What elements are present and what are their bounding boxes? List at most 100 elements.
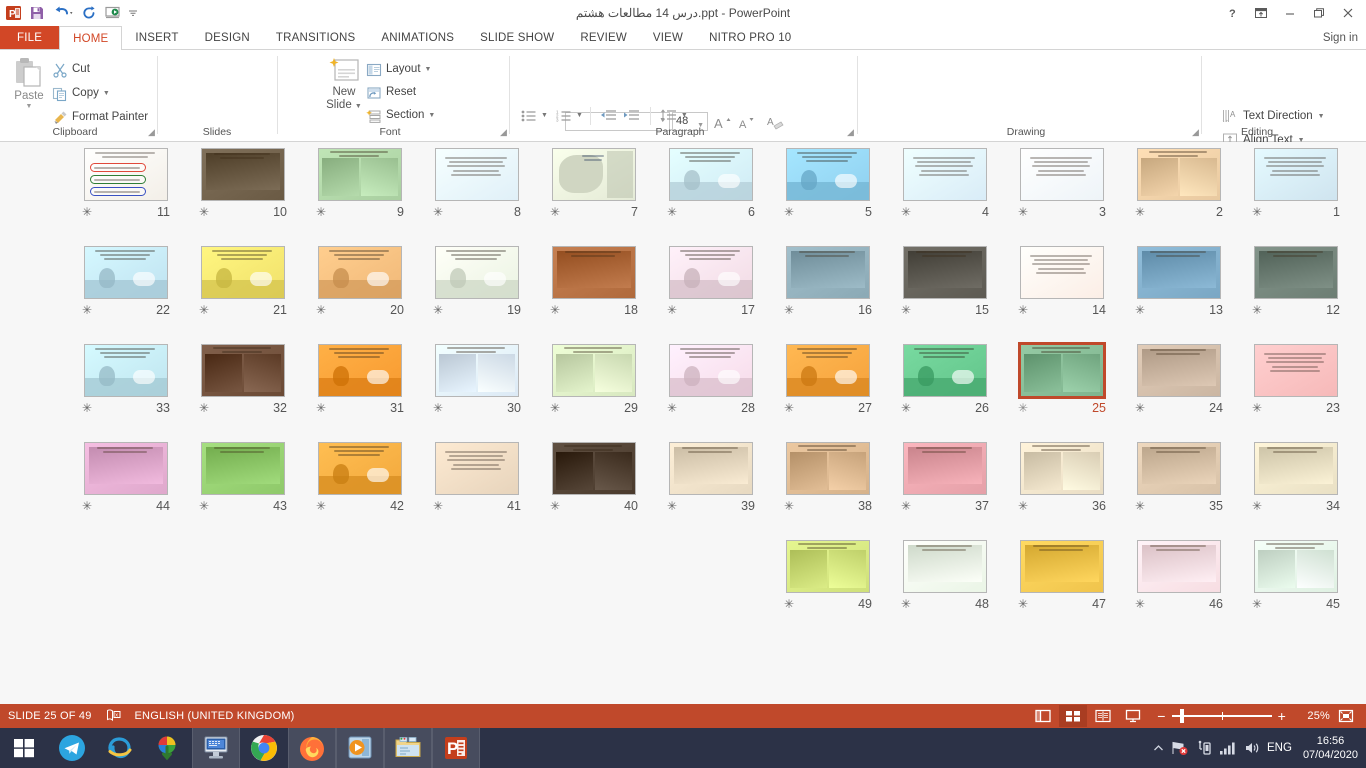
copy-button[interactable]: Copy ▼: [52, 82, 148, 105]
slide-preview[interactable]: [903, 442, 987, 495]
slide-animation-icon[interactable]: ✳: [1252, 402, 1262, 414]
slide-thumbnail-16[interactable]: ✳16: [780, 246, 876, 320]
slide-thumbnail-36[interactable]: ✳36: [1014, 442, 1110, 516]
language-indicator[interactable]: ENGLISH (UNITED KINGDOM): [135, 710, 295, 722]
slide-preview[interactable]: [1254, 246, 1338, 299]
minimize-button[interactable]: [1275, 1, 1304, 25]
fit-to-window-button[interactable]: [1332, 705, 1360, 727]
slide-preview[interactable]: [1137, 540, 1221, 593]
zoom-handle[interactable]: [1180, 709, 1184, 723]
paragraph-dialog-launcher[interactable]: ◢: [847, 127, 854, 138]
slide-preview[interactable]: [84, 442, 168, 495]
slide-thumbnail-15[interactable]: ✳15: [897, 246, 993, 320]
slide-animation-icon[interactable]: ✳: [1135, 402, 1145, 414]
line-spacing-button[interactable]: [658, 105, 680, 126]
slide-preview[interactable]: [84, 148, 168, 201]
tab-slide-show[interactable]: SLIDE SHOW: [467, 26, 567, 49]
slide-preview[interactable]: [1254, 344, 1338, 397]
slide-preview[interactable]: [1254, 442, 1338, 495]
slide-preview[interactable]: [201, 246, 285, 299]
zoom-in-button[interactable]: +: [1278, 708, 1286, 724]
slide-animation-icon[interactable]: ✳: [82, 304, 92, 316]
slide-animation-icon[interactable]: ✳: [433, 206, 443, 218]
slide-animation-icon[interactable]: ✳: [1252, 500, 1262, 512]
slide-preview[interactable]: [786, 148, 870, 201]
slide-animation-icon[interactable]: ✳: [433, 402, 443, 414]
slide-preview[interactable]: [201, 344, 285, 397]
close-button[interactable]: [1333, 1, 1362, 25]
slide-thumbnail-20[interactable]: ✳20: [312, 246, 408, 320]
taskbar-powerpoint[interactable]: P: [432, 728, 480, 768]
taskbar-remote-desktop[interactable]: [192, 728, 240, 768]
slide-thumbnail-40[interactable]: ✳40: [546, 442, 642, 516]
slide-preview[interactable]: [318, 148, 402, 201]
tab-nitro-pro[interactable]: NITRO PRO 10: [696, 26, 804, 49]
slide-preview[interactable]: [1137, 344, 1221, 397]
slide-preview[interactable]: [84, 344, 168, 397]
slide-thumbnail-7[interactable]: ✳7: [546, 148, 642, 222]
slide-animation-icon[interactable]: ✳: [82, 402, 92, 414]
slide-animation-icon[interactable]: ✳: [199, 304, 209, 316]
slide-animation-icon[interactable]: ✳: [784, 598, 794, 610]
signal-bars-icon[interactable]: [1219, 741, 1237, 755]
slide-preview[interactable]: [903, 540, 987, 593]
zoom-percentage[interactable]: 25%: [1296, 710, 1330, 722]
slide-animation-icon[interactable]: ✳: [784, 206, 794, 218]
slide-preview[interactable]: [669, 344, 753, 397]
slide-preview[interactable]: [903, 148, 987, 201]
slide-thumbnail-9[interactable]: ✳9: [312, 148, 408, 222]
slide-thumbnail-2[interactable]: ✳2: [1131, 148, 1227, 222]
slide-animation-icon[interactable]: ✳: [901, 304, 911, 316]
cut-button[interactable]: Cut: [52, 58, 148, 81]
slide-preview[interactable]: [786, 442, 870, 495]
usb-device-icon[interactable]: [1196, 740, 1212, 756]
slide-animation-icon[interactable]: ✳: [550, 206, 560, 218]
network-disconnected-icon[interactable]: [1171, 740, 1189, 756]
slide-thumbnail-17[interactable]: ✳17: [663, 246, 759, 320]
slide-preview[interactable]: [1020, 246, 1104, 299]
slide-animation-icon[interactable]: ✳: [316, 206, 326, 218]
numbering-button[interactable]: 123: [553, 105, 575, 126]
slide-thumbnail-21[interactable]: ✳21: [195, 246, 291, 320]
slide-animation-icon[interactable]: ✳: [316, 402, 326, 414]
slide-animation-icon[interactable]: ✳: [550, 500, 560, 512]
slide-preview[interactable]: [552, 246, 636, 299]
slide-thumbnail-46[interactable]: ✳46: [1131, 540, 1227, 614]
slide-preview[interactable]: [903, 344, 987, 397]
slide-animation-icon[interactable]: ✳: [1135, 206, 1145, 218]
tab-insert[interactable]: INSERT: [122, 26, 191, 49]
slide-thumbnail-5[interactable]: ✳5: [780, 148, 876, 222]
slide-animation-icon[interactable]: ✳: [550, 304, 560, 316]
slide-thumbnail-3[interactable]: ✳3: [1014, 148, 1110, 222]
slide-preview[interactable]: [435, 246, 519, 299]
slide-thumbnail-23[interactable]: ✳23: [1248, 344, 1344, 418]
slide-animation-icon[interactable]: ✳: [1018, 402, 1028, 414]
tray-language[interactable]: ENG: [1267, 742, 1292, 754]
slide-preview[interactable]: [1020, 540, 1104, 593]
slide-preview[interactable]: [786, 246, 870, 299]
slide-animation-icon[interactable]: ✳: [901, 500, 911, 512]
restore-button[interactable]: [1304, 1, 1333, 25]
taskbar-internet-explorer[interactable]: [96, 728, 144, 768]
paste-button[interactable]: Paste ▼: [8, 56, 50, 132]
slide-thumbnail-47[interactable]: ✳47: [1014, 540, 1110, 614]
tab-transitions[interactable]: TRANSITIONS: [263, 26, 369, 49]
slide-preview[interactable]: [552, 442, 636, 495]
tab-home[interactable]: HOME: [59, 26, 122, 50]
clipboard-dialog-launcher[interactable]: ◢: [148, 127, 155, 138]
slide-thumbnail-8[interactable]: ✳8: [429, 148, 525, 222]
slide-animation-icon[interactable]: ✳: [1018, 206, 1028, 218]
slide-animation-icon[interactable]: ✳: [784, 304, 794, 316]
ribbon-display-options-button[interactable]: [1246, 1, 1275, 25]
slide-thumbnail-39[interactable]: ✳39: [663, 442, 759, 516]
help-button[interactable]: ?: [1217, 1, 1246, 25]
slide-animation-icon[interactable]: ✳: [784, 500, 794, 512]
slide-animation-icon[interactable]: ✳: [1252, 598, 1262, 610]
slide-preview[interactable]: [903, 246, 987, 299]
slide-animation-icon[interactable]: ✳: [901, 206, 911, 218]
slide-thumbnail-13[interactable]: ✳13: [1131, 246, 1227, 320]
slide-animation-icon[interactable]: ✳: [1018, 500, 1028, 512]
view-reading-button[interactable]: [1089, 705, 1117, 727]
slide-thumbnail-27[interactable]: ✳27: [780, 344, 876, 418]
slide-thumbnail-35[interactable]: ✳35: [1131, 442, 1227, 516]
